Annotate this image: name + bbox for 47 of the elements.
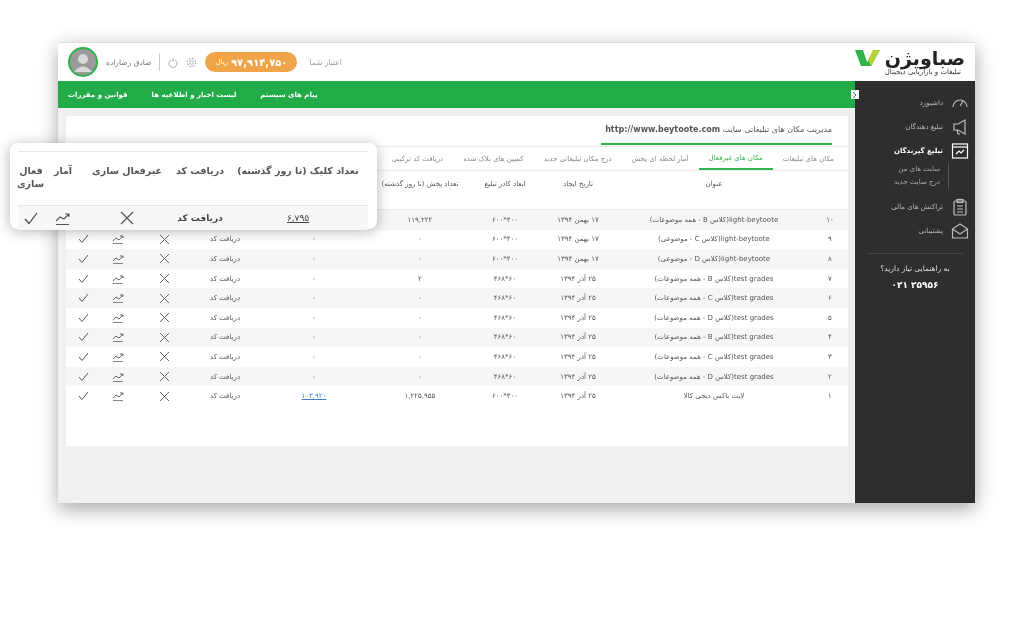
logo-text: صباویژن (884, 48, 965, 68)
column-header: تعداد کلیک (تا روز گذشته) (236, 164, 360, 177)
check-icon[interactable] (77, 391, 89, 402)
clicks-link[interactable]: ۶,۷۹۵ (228, 213, 368, 223)
check-icon[interactable] (77, 234, 89, 245)
check-icon[interactable] (77, 273, 89, 284)
close-icon[interactable] (158, 371, 170, 383)
close-icon[interactable] (158, 351, 170, 363)
megaphone-icon (951, 118, 969, 136)
credit-amount: ۹۷,۹۱۴,۷۵۰ (231, 56, 288, 68)
check-icon[interactable] (77, 332, 89, 343)
close-icon[interactable] (158, 253, 170, 265)
trend-chart-icon[interactable] (112, 312, 124, 323)
column-header: آمار (52, 163, 74, 177)
envelope-icon (951, 222, 969, 240)
trend-chart-icon[interactable] (112, 332, 124, 343)
check-icon[interactable] (77, 293, 89, 304)
trend-chart-icon[interactable] (55, 211, 71, 225)
trend-chart-icon[interactable] (112, 254, 124, 264)
trend-chart-icon[interactable] (112, 371, 124, 382)
column-header: غیرفعال سازی (90, 164, 164, 177)
close-icon[interactable] (158, 233, 170, 245)
trend-chart-icon[interactable] (112, 234, 124, 245)
avatar-icon[interactable] (68, 47, 98, 77)
close-icon[interactable] (158, 331, 170, 343)
logo-icon (852, 48, 881, 68)
trend-chart-icon[interactable] (112, 293, 124, 304)
chart-window-icon (951, 142, 969, 160)
check-icon[interactable] (77, 351, 89, 362)
close-icon[interactable] (158, 390, 170, 402)
trend-chart-icon[interactable] (112, 273, 124, 284)
column-header: فعال سازی (18, 164, 44, 190)
check-icon[interactable] (77, 254, 89, 264)
close-icon[interactable] (120, 211, 134, 225)
check-icon[interactable] (77, 312, 89, 323)
clipboard-icon (951, 198, 969, 216)
check-icon[interactable] (77, 371, 89, 382)
collapse-button[interactable] (851, 90, 859, 99)
trend-chart-icon[interactable] (112, 351, 124, 362)
close-icon[interactable] (158, 292, 170, 304)
phone-number: ۰۲۱ ۲۵۹۵۶ (891, 280, 939, 290)
get-code-link[interactable]: دریافت کد (172, 213, 228, 223)
close-icon[interactable] (158, 273, 170, 285)
check-icon[interactable] (24, 211, 38, 225)
trend-chart-icon[interactable] (112, 391, 124, 402)
column-header: دریافت کد (174, 164, 226, 177)
close-icon[interactable] (158, 312, 170, 324)
